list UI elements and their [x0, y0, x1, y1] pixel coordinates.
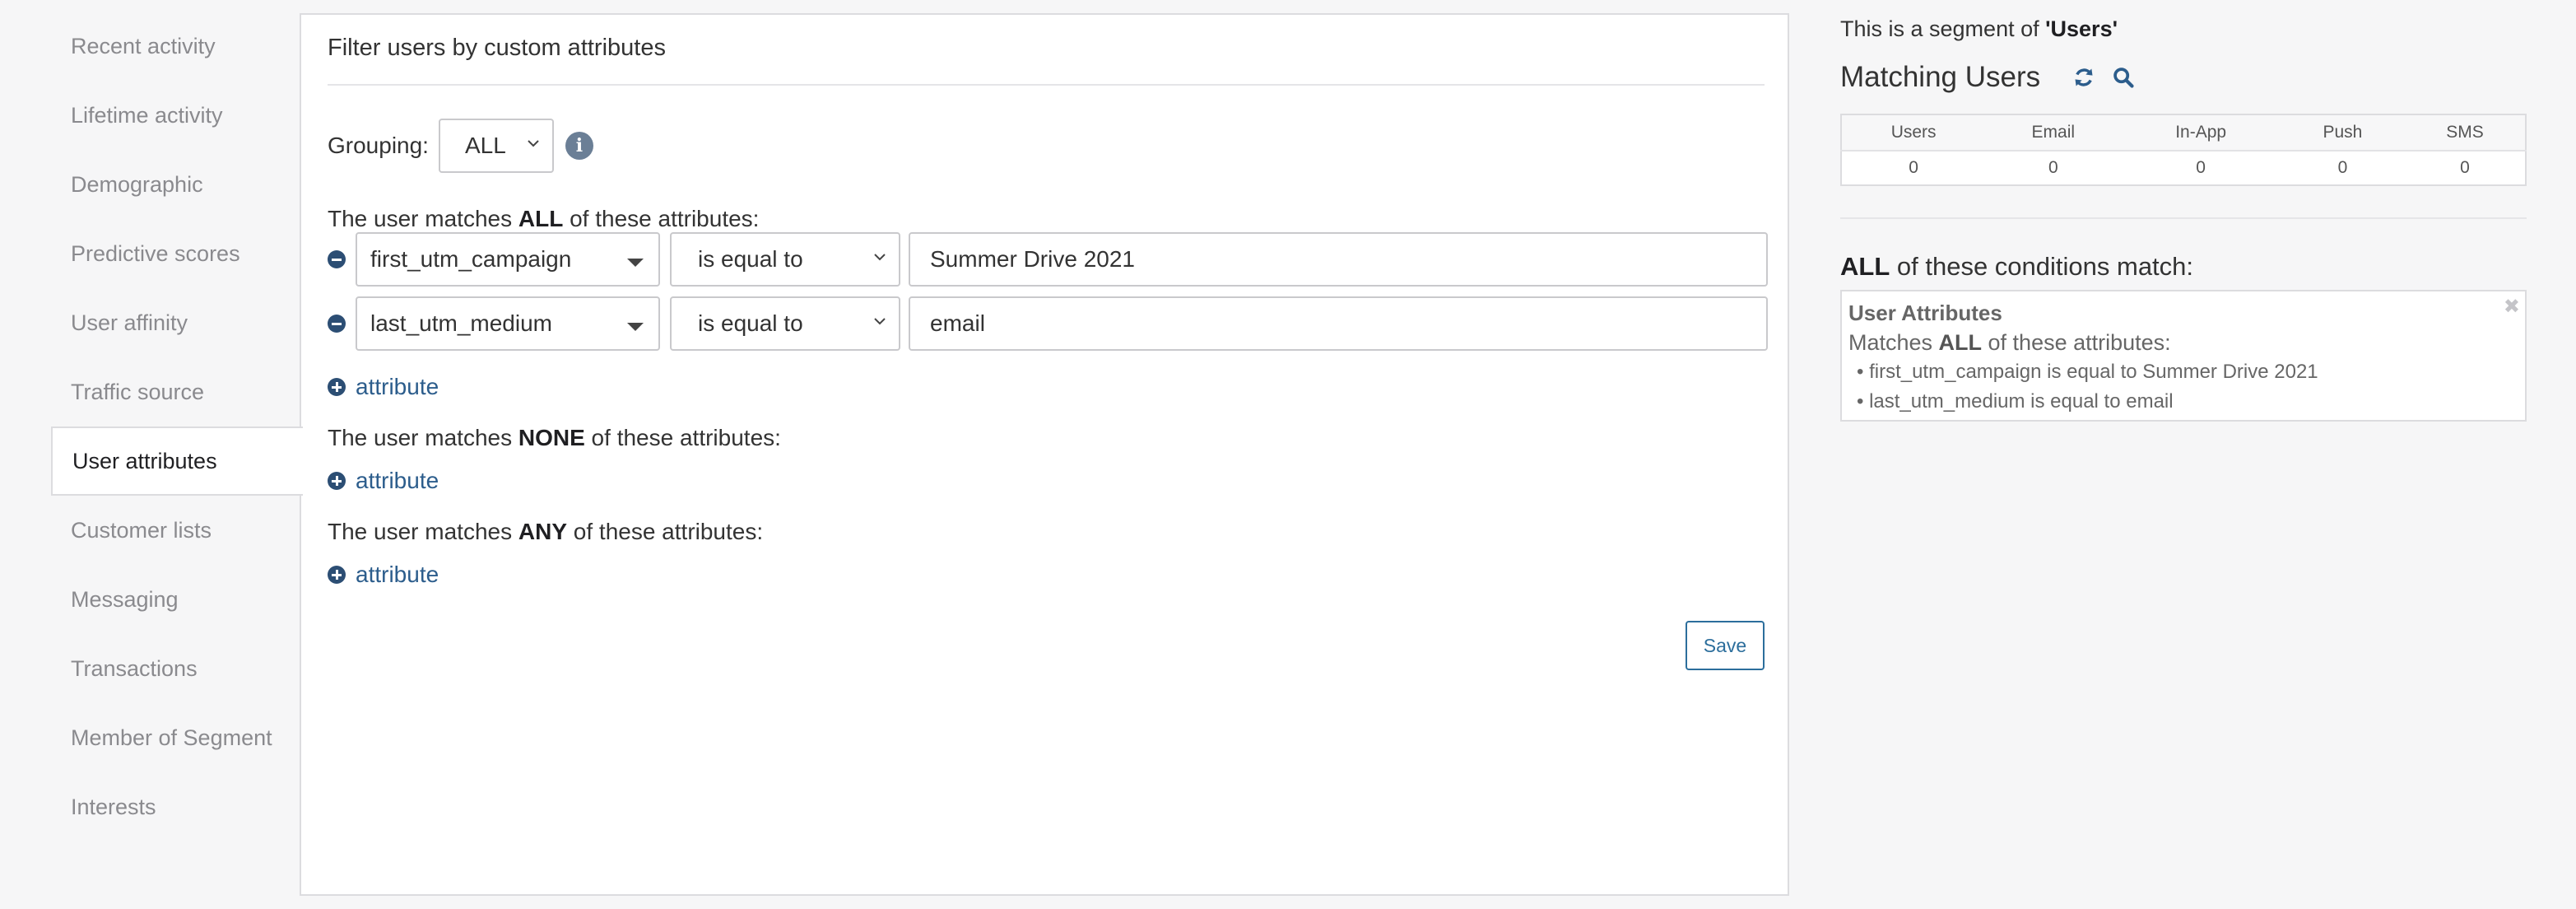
chevron-down-icon [874, 254, 886, 261]
none-section-keyword: NONE [518, 425, 585, 450]
matching-users-table: Users Email In-App Push SMS 0 0 0 0 0 [1840, 114, 2527, 186]
list-item: • first_utm_campaign is equal to Summer … [1857, 361, 2318, 383]
condition-row: last_utm_medium is equal to [328, 296, 1768, 351]
info-icon[interactable]: i [565, 132, 593, 160]
list-item: • last_utm_medium is equal to email [1857, 390, 2174, 413]
condition-value-input[interactable] [909, 296, 1768, 351]
column-header-push: Push [2280, 114, 2405, 152]
condition-summary-text: first_utm_campaign is equal to Summer Dr… [1869, 361, 2318, 383]
filter-panel: Filter users by custom attributes Groupi… [300, 13, 1789, 896]
condition-value-input[interactable] [909, 232, 1768, 287]
sidebar-item-interests[interactable]: Interests [51, 772, 301, 841]
remove-condition-icon[interactable] [328, 250, 346, 268]
grouping-label: Grouping: [328, 133, 429, 158]
all-section-prefix: The user matches [328, 206, 518, 231]
refresh-icon[interactable] [2071, 65, 2096, 90]
conditions-keyword: ALL [1840, 252, 1890, 281]
caret-down-icon [627, 323, 644, 331]
sidebar-item-user-attributes[interactable]: User attributes [51, 427, 303, 496]
sidebar-item-member-of-segment[interactable]: Member of Segment [51, 703, 301, 772]
card-subtitle: Matches ALL of these attributes: [1848, 328, 2518, 357]
remove-condition-icon[interactable] [328, 315, 346, 333]
attribute-field-select[interactable]: first_utm_campaign [356, 232, 660, 287]
table-header-row: Users Email In-App Push SMS [1841, 114, 2526, 152]
summary-divider [1840, 217, 2527, 219]
matching-users-title: Matching Users [1840, 61, 2041, 93]
grouping-select[interactable]: ALL [438, 119, 554, 173]
sidebar-item-transactions[interactable]: Transactions [51, 634, 301, 703]
conditions-suffix: of these conditions match: [1890, 252, 2194, 281]
none-section-suffix: of these attributes: [584, 425, 781, 450]
segment-prefix: This is a segment of [1840, 16, 2046, 41]
plus-circle-icon [328, 378, 346, 396]
segment-name: 'Users' [2045, 16, 2118, 41]
sidebar-item-demographic[interactable]: Demographic [51, 150, 301, 219]
grouping-select-value: ALL [464, 133, 506, 158]
table-row: 0 0 0 0 0 [1841, 151, 2526, 185]
sidebar-item-customer-lists[interactable]: Customer lists [51, 496, 301, 565]
grouping-row: Grouping: ALL i [328, 119, 593, 173]
conditions-heading: ALL of these conditions match: [1840, 252, 2193, 282]
plus-circle-icon [328, 472, 346, 490]
add-none-attribute-link[interactable]: attribute [328, 468, 439, 494]
panel-title: Filter users by custom attributes [328, 35, 666, 61]
condition-summary-text: last_utm_medium is equal to email [1869, 390, 2174, 413]
sms-count: 0 [2460, 158, 2470, 177]
operator-value: is equal to [698, 246, 803, 272]
operator-select[interactable]: is equal to [670, 232, 900, 287]
sidebar-item-predictive-scores[interactable]: Predictive scores [51, 219, 301, 288]
sidebar-item-messaging[interactable]: Messaging [51, 565, 301, 634]
sidebar-item-user-affinity[interactable]: User affinity [51, 288, 301, 357]
none-section-prefix: The user matches [328, 425, 518, 450]
none-section-heading: The user matches NONE of these attribute… [328, 425, 781, 451]
chevron-down-icon [874, 318, 886, 325]
in-app-count: 0 [2196, 158, 2206, 177]
users-count: 0 [1909, 158, 1918, 177]
matching-users-header: Matching Users [1840, 61, 2136, 94]
sidebar: Recent activity Lifetime activity Demogr… [51, 12, 303, 841]
any-section-heading: The user matches ANY of these attributes… [328, 519, 763, 545]
close-icon[interactable]: ✖ [2504, 295, 2520, 318]
email-count: 0 [2048, 158, 2058, 177]
any-section-suffix: of these attributes: [567, 519, 764, 544]
any-section-keyword: ANY [518, 519, 567, 544]
card-sub-suffix: of these attributes: [1982, 330, 2171, 355]
condition-summary-card: User Attributes Matches ALL of these att… [1840, 290, 2527, 422]
chevron-down-icon [528, 140, 539, 147]
all-section-heading: The user matches ALL of these attributes… [328, 206, 759, 232]
sidebar-item-traffic-source[interactable]: Traffic source [51, 357, 301, 427]
attribute-field-select[interactable]: last_utm_medium [356, 296, 660, 351]
caret-down-icon [627, 259, 644, 267]
card-title: User Attributes [1848, 301, 2002, 325]
column-header-sms: SMS [2404, 114, 2526, 152]
add-attribute-label: attribute [356, 562, 439, 587]
operator-select[interactable]: is equal to [670, 296, 900, 351]
card-sub-prefix: Matches [1848, 330, 1939, 355]
attribute-field-value: last_utm_medium [370, 310, 552, 336]
all-section-suffix: of these attributes: [563, 206, 760, 231]
sidebar-item-lifetime-activity[interactable]: Lifetime activity [51, 81, 301, 150]
condition-row: first_utm_campaign is equal to [328, 232, 1768, 287]
save-button[interactable]: Save [1686, 621, 1765, 670]
title-divider [328, 84, 1765, 86]
plus-circle-icon [328, 566, 346, 584]
add-any-attribute-link[interactable]: attribute [328, 562, 439, 588]
column-header-in-app: In-App [2121, 114, 2281, 152]
all-section-keyword: ALL [518, 206, 564, 231]
operator-value: is equal to [698, 310, 803, 336]
add-attribute-label: attribute [356, 374, 439, 399]
add-attribute-label: attribute [356, 468, 439, 493]
push-count: 0 [2337, 158, 2348, 177]
attribute-field-value: first_utm_campaign [370, 246, 572, 272]
add-all-attribute-link[interactable]: attribute [328, 374, 439, 400]
search-icon[interactable] [2111, 65, 2136, 90]
any-section-prefix: The user matches [328, 519, 518, 544]
card-sub-keyword: ALL [1938, 330, 1983, 355]
sidebar-item-recent-activity[interactable]: Recent activity [51, 12, 301, 81]
column-header-users: Users [1841, 114, 1986, 152]
segment-description: This is a segment of 'Users' [1840, 16, 2118, 42]
column-header-email: Email [1985, 114, 2122, 152]
